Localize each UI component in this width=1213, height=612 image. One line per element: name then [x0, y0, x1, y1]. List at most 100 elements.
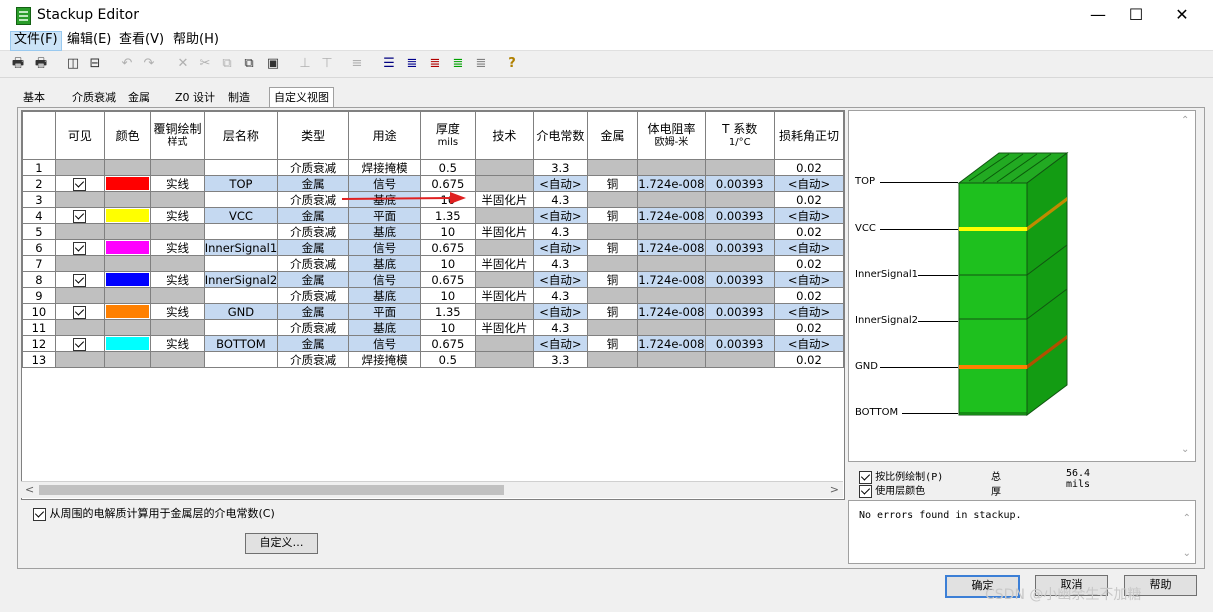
scroll-up-icon[interactable]: ⌃ — [1181, 115, 1189, 126]
temp-coefficient-cell[interactable] — [704, 287, 775, 304]
dielectric-constant-cell[interactable]: <自动> — [533, 207, 588, 224]
metal-cell[interactable]: 铜 — [586, 207, 639, 224]
type-cell[interactable]: 金属 — [277, 271, 350, 288]
color-cell[interactable] — [103, 207, 152, 224]
copper-style-cell[interactable]: 实线 — [150, 335, 205, 352]
row-number[interactable]: 5 — [22, 223, 56, 240]
metal-cell[interactable] — [586, 255, 639, 272]
row-number[interactable]: 12 — [22, 335, 56, 352]
technology-cell[interactable] — [474, 159, 535, 176]
split-vertical-icon[interactable]: ◫ — [64, 55, 82, 73]
column-header-9[interactable]: 介电常数 — [533, 111, 588, 160]
color-cell[interactable] — [103, 319, 152, 336]
loss-tangent-cell[interactable]: <自动> — [773, 207, 844, 224]
column-header-1[interactable]: 可见 — [54, 111, 105, 160]
technology-cell[interactable] — [474, 175, 535, 192]
dielectric-constant-cell[interactable]: <自动> — [533, 175, 588, 192]
type-cell[interactable]: 金属 — [277, 175, 350, 192]
menu-view[interactable]: 查看(V) — [116, 31, 167, 49]
custom-button[interactable]: 自定义… — [245, 533, 318, 554]
loss-tangent-cell[interactable]: <自动> — [773, 335, 844, 352]
type-cell[interactable]: 金属 — [277, 303, 350, 320]
resistivity-cell[interactable] — [637, 351, 706, 368]
type-cell[interactable]: 介质衰减 — [277, 223, 350, 240]
preview-vertical-scrollbar[interactable]: ⌃ ⌄ — [1179, 115, 1193, 455]
dielectric-constant-cell[interactable]: <自动> — [533, 271, 588, 288]
plane-layers-icon[interactable]: ≣ — [449, 55, 467, 73]
copper-style-cell[interactable] — [150, 351, 205, 368]
layer-name-cell[interactable]: VCC — [203, 207, 279, 224]
visible-cell[interactable] — [54, 223, 105, 240]
visible-checkbox[interactable] — [73, 337, 87, 351]
row-number[interactable]: 7 — [22, 255, 56, 272]
temp-coefficient-cell[interactable]: 0.00393 — [704, 239, 775, 256]
color-cell[interactable] — [103, 287, 152, 304]
resistivity-cell[interactable] — [637, 287, 706, 304]
dielectric-constant-cell[interactable]: <自动> — [533, 303, 588, 320]
visible-cell[interactable] — [54, 319, 105, 336]
type-cell[interactable]: 介质衰减 — [277, 159, 350, 176]
layer-name-cell[interactable] — [203, 255, 279, 272]
scroll-thumb[interactable] — [39, 485, 504, 495]
split-horizontal-icon[interactable]: ⊟ — [86, 55, 104, 73]
message-scroll-up-icon[interactable]: ⌃ — [1183, 513, 1191, 524]
loss-tangent-cell[interactable]: <自动> — [773, 239, 844, 256]
visible-checkbox[interactable] — [73, 209, 87, 223]
metal-cell[interactable] — [586, 223, 639, 240]
tab-metal[interactable]: 金属 — [124, 88, 154, 107]
layer-color-swatch[interactable] — [105, 177, 150, 190]
column-header-5[interactable]: 类型 — [277, 111, 350, 160]
usage-cell[interactable]: 平面 — [348, 207, 422, 224]
table-row[interactable]: 10 实线 GND 金属 平面 1.35 <自动> 铜 1.724e-008 0.00393 <自动… — [22, 303, 844, 320]
copper-style-cell[interactable]: 实线 — [150, 271, 205, 288]
usage-cell[interactable]: 信号 — [348, 271, 422, 288]
copper-style-cell[interactable]: 实线 — [150, 239, 205, 256]
dielectric-constant-cell[interactable]: 4.3 — [533, 255, 588, 272]
tab-z0-design[interactable]: Z0 设计 — [171, 88, 219, 107]
type-cell[interactable]: 介质衰减 — [277, 191, 350, 208]
technology-cell[interactable] — [474, 207, 535, 224]
maximize-button[interactable]: ☐ — [1113, 0, 1159, 30]
thickness-cell[interactable]: 0.675 — [420, 271, 476, 288]
resistivity-cell[interactable]: 1.724e-008 — [637, 303, 706, 320]
thickness-cell[interactable]: 0.675 — [420, 335, 476, 352]
loss-tangent-cell[interactable]: 0.02 — [773, 351, 844, 368]
technology-cell[interactable] — [474, 335, 535, 352]
usage-cell[interactable]: 焊接掩模 — [348, 159, 422, 176]
column-header-13[interactable]: 损耗角正切 — [773, 111, 844, 160]
metal-cell[interactable] — [586, 191, 639, 208]
row-number[interactable]: 6 — [22, 239, 56, 256]
menu-edit[interactable]: 编辑(E) — [64, 31, 114, 49]
resistivity-cell[interactable] — [637, 223, 706, 240]
loss-tangent-cell[interactable]: <自动> — [773, 271, 844, 288]
tab-basic[interactable]: 基本 — [19, 88, 49, 107]
dielectric-constant-cell[interactable]: <自动> — [533, 335, 588, 352]
visible-cell[interactable] — [54, 207, 105, 224]
undo-icon[interactable]: ↶ — [118, 55, 136, 73]
column-header-0[interactable] — [22, 111, 56, 160]
row-number[interactable]: 10 — [22, 303, 56, 320]
temp-coefficient-cell[interactable] — [704, 191, 775, 208]
print-preview-icon[interactable]: 🖶 — [32, 55, 50, 73]
temp-coefficient-cell[interactable] — [704, 351, 775, 368]
technology-cell[interactable]: 半固化片 — [474, 191, 535, 208]
scroll-left-icon[interactable]: < — [25, 483, 34, 496]
cut-icon[interactable]: ✂ — [196, 55, 214, 73]
use-layer-color-option[interactable]: 使用层颜色 — [859, 482, 943, 498]
column-header-4[interactable]: 层名称 — [203, 111, 279, 160]
column-header-7[interactable]: 厚度 mils — [420, 111, 476, 160]
type-cell[interactable]: 介质衰减 — [277, 255, 350, 272]
use-layer-color-checkbox[interactable] — [859, 484, 872, 498]
color-cell[interactable] — [103, 351, 152, 368]
thickness-cell[interactable]: 1.35 — [420, 303, 476, 320]
loss-tangent-cell[interactable]: <自动> — [773, 175, 844, 192]
sort-icon[interactable]: ≡ — [348, 55, 366, 73]
dielectric-constant-cell[interactable]: 4.3 — [533, 319, 588, 336]
dielectric-constant-cell[interactable]: 4.3 — [533, 287, 588, 304]
loss-tangent-cell[interactable]: 0.02 — [773, 255, 844, 272]
metal-cell[interactable] — [586, 319, 639, 336]
usage-cell[interactable]: 信号 — [348, 335, 422, 352]
layer-name-cell[interactable] — [203, 223, 279, 240]
copper-style-cell[interactable]: 实线 — [150, 303, 205, 320]
column-header-8[interactable]: 技术 — [474, 111, 535, 160]
